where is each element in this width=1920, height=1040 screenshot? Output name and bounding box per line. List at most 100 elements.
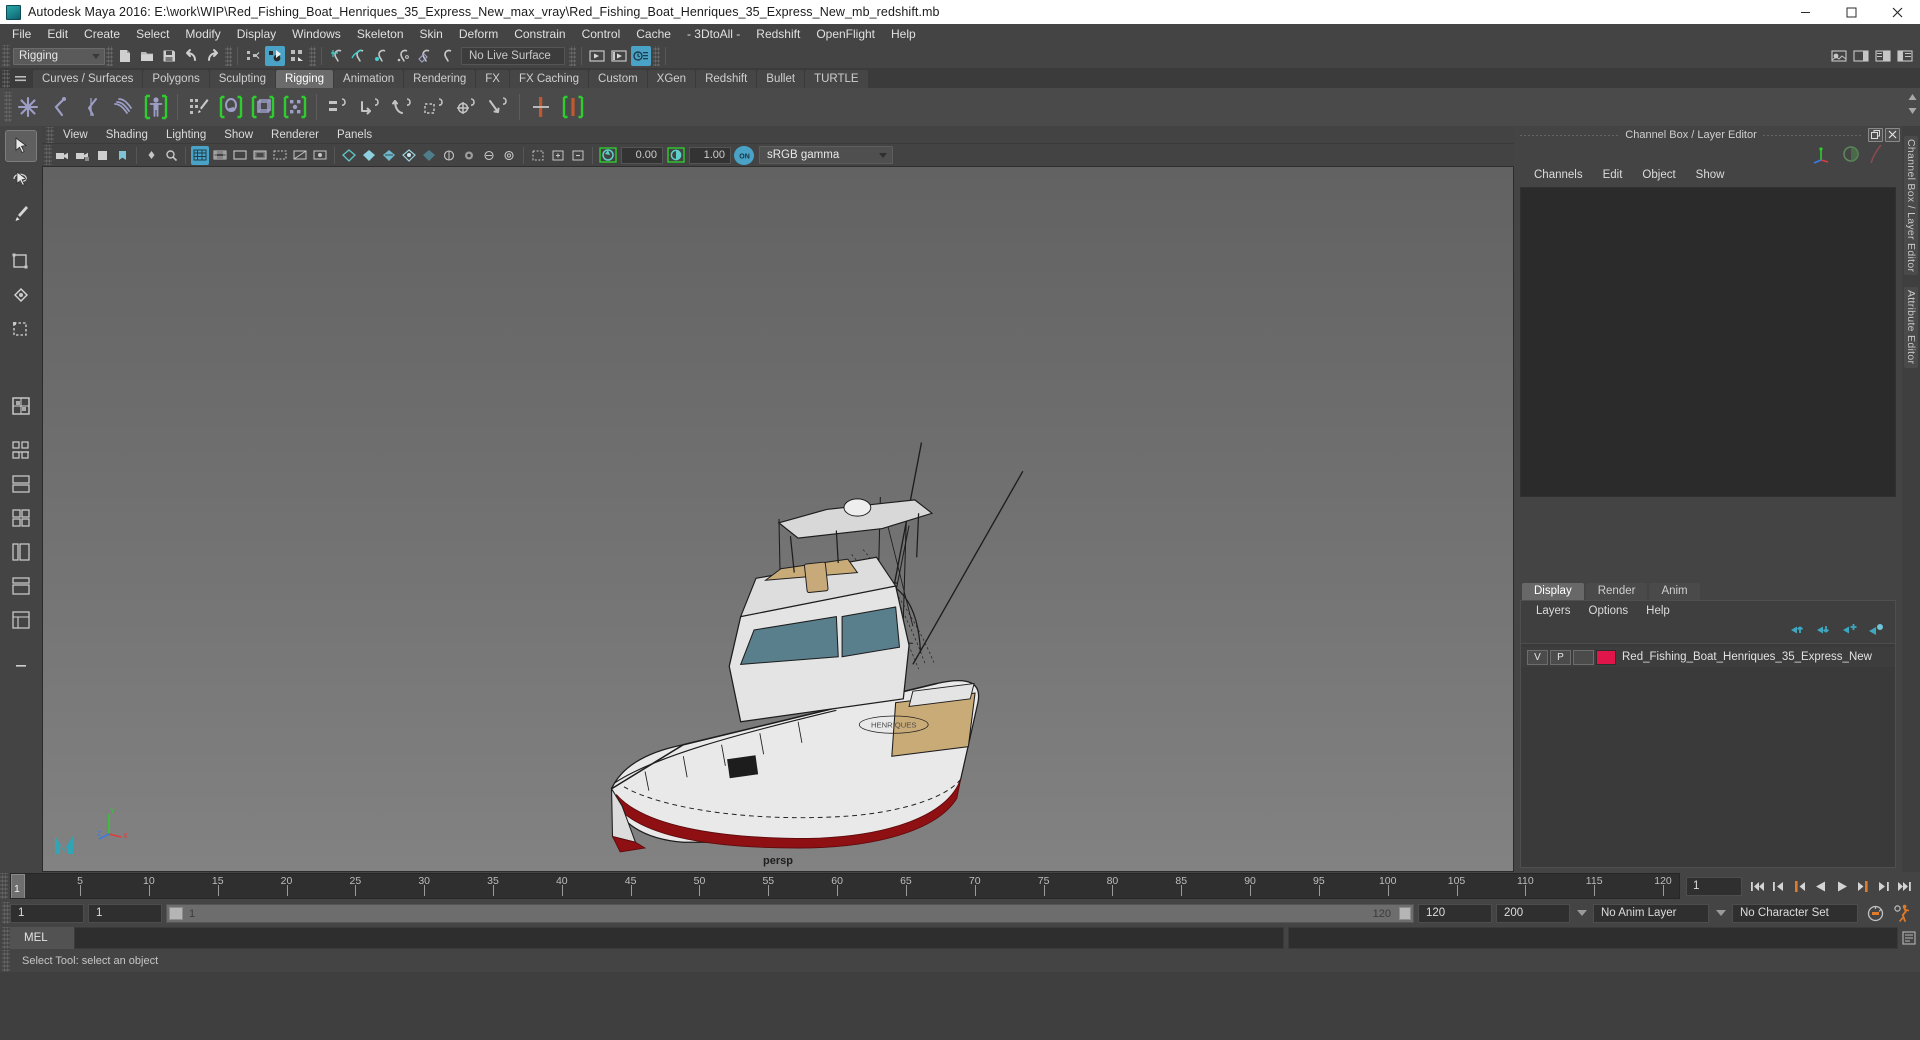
isolate-select-remove-icon[interactable]: [569, 146, 587, 165]
auto-keyframe-icon[interactable]: [1862, 904, 1888, 923]
current-frame-field[interactable]: 1: [1686, 876, 1742, 896]
menu-help[interactable]: Help: [883, 24, 924, 44]
paint-select-tool[interactable]: [5, 198, 37, 230]
step-back-frame-button[interactable]: [1769, 876, 1788, 896]
screen-space-ao-icon[interactable]: [440, 146, 458, 165]
shelf-tab-rendering[interactable]: Rendering: [404, 70, 476, 88]
snap-point-icon[interactable]: [371, 46, 391, 66]
play-backwards-button[interactable]: [1811, 876, 1830, 896]
quick-rig-icon[interactable]: [141, 91, 171, 123]
quick-layout-outliner-persp[interactable]: [5, 536, 37, 568]
anim-end-field[interactable]: 200: [1496, 903, 1570, 923]
layer-list[interactable]: V P Red_Fishing_Boat_Henriques_35_Expres…: [1521, 643, 1895, 867]
use-all-lights-icon[interactable]: [400, 146, 418, 165]
status-bar-grip[interactable]: [2, 950, 10, 972]
axis-gizmo-icon[interactable]: [1812, 144, 1832, 169]
shelf-tab-fx[interactable]: FX: [476, 70, 509, 88]
shelf-tab-redshift[interactable]: Redshift: [696, 70, 757, 88]
orient-constraint-icon[interactable]: [387, 91, 417, 123]
shelf-tab-xgen[interactable]: XGen: [647, 70, 696, 88]
insert-joint-icon[interactable]: [109, 91, 139, 123]
shelf-scroll-buttons[interactable]: [1907, 92, 1918, 116]
film-origin-icon[interactable]: [271, 146, 289, 165]
vertical-tab-attribute-editor[interactable]: Attribute Editor: [1904, 287, 1918, 368]
step-forward-frame-button[interactable]: [1874, 876, 1893, 896]
gamma-value[interactable]: 1.00: [689, 146, 731, 164]
range-handle-left[interactable]: [169, 906, 183, 920]
shelf-tab-curves-surfaces[interactable]: Curves / Surfaces: [33, 70, 143, 88]
paint-skin-weights-icon[interactable]: [184, 91, 214, 123]
snap-view-plane-icon[interactable]: [415, 46, 435, 66]
range-end-field[interactable]: 120: [1418, 903, 1492, 923]
smooth-shade-all-icon[interactable]: [360, 146, 378, 165]
layer-row[interactable]: V P Red_Fishing_Boat_Henriques_35_Expres…: [1521, 647, 1895, 667]
viewport-menu-shading[interactable]: Shading: [97, 126, 157, 144]
menu-deform[interactable]: Deform: [451, 24, 506, 44]
quick-layout-single[interactable]: [5, 390, 37, 422]
menu-cache[interactable]: Cache: [628, 24, 679, 44]
menu-select[interactable]: Select: [128, 24, 177, 44]
new-scene-icon[interactable]: [115, 46, 135, 66]
range-start-field[interactable]: 1: [88, 903, 162, 923]
menu-display[interactable]: Display: [229, 24, 284, 44]
viewport-menu-view[interactable]: View: [54, 126, 97, 144]
layer-menu-help[interactable]: Help: [1637, 601, 1679, 621]
multisample-aa-icon[interactable]: [480, 146, 498, 165]
sphere-preview-icon[interactable]: [1842, 145, 1860, 168]
rotate-tool[interactable]: [5, 280, 37, 312]
move-layer-down-icon[interactable]: [1816, 623, 1833, 641]
snap-grid-icon[interactable]: [327, 46, 347, 66]
attribute-editor-toggle-icon[interactable]: [1873, 46, 1893, 66]
play-forwards-button[interactable]: [1832, 876, 1851, 896]
viewport-menu-panels[interactable]: Panels: [328, 126, 381, 144]
anim-layer-field[interactable]: No Anim Layer: [1593, 903, 1709, 923]
layer-visibility-toggle[interactable]: V: [1527, 649, 1548, 665]
move-tool[interactable]: [5, 246, 37, 278]
pole-vector-constraint-icon[interactable]: [483, 91, 513, 123]
exposure-value[interactable]: 0.00: [621, 146, 663, 164]
resolution-gate-icon[interactable]: [231, 146, 249, 165]
layer-state-toggle[interactable]: [1573, 649, 1594, 665]
quick-layout-two-panes-stacked[interactable]: [5, 468, 37, 500]
menu-file[interactable]: File: [4, 24, 39, 44]
create-ik-handle-icon[interactable]: [45, 91, 75, 123]
curve-icon[interactable]: [1868, 144, 1884, 169]
layer-tab-display[interactable]: Display: [1522, 583, 1584, 600]
image-plane-icon[interactable]: [142, 146, 160, 165]
panel-drag-dots-right[interactable]: [1761, 133, 1863, 136]
render-settings-icon[interactable]: [631, 46, 651, 66]
select-camera-icon[interactable]: [53, 146, 71, 165]
select-component-icon[interactable]: [287, 46, 307, 66]
select-group-grip[interactable]: [225, 46, 232, 66]
command-output[interactable]: [1288, 927, 1898, 949]
color-management-dropdown[interactable]: sRGB gamma: [759, 146, 893, 164]
close-panel-button[interactable]: [1885, 127, 1900, 142]
select-tool[interactable]: [5, 130, 37, 162]
create-new-layer-icon[interactable]: [1842, 623, 1859, 641]
viewport-menu-show[interactable]: Show: [215, 126, 262, 144]
menu-modify[interactable]: Modify: [177, 24, 228, 44]
quick-layout-more[interactable]: [5, 650, 37, 682]
menu-constrain[interactable]: Constrain: [506, 24, 573, 44]
xray-joints-icon[interactable]: [311, 146, 329, 165]
scale-tool[interactable]: [5, 314, 37, 346]
go-to-start-button[interactable]: [1748, 876, 1767, 896]
channel-box-menu-show[interactable]: Show: [1686, 165, 1735, 185]
viewport-menu-grip[interactable]: [46, 126, 54, 143]
live-surface-field[interactable]: No Live Surface: [461, 47, 565, 65]
isolate-select-add-icon[interactable]: [549, 146, 567, 165]
quick-layout-four-panes[interactable]: [5, 502, 37, 534]
menu-openflight[interactable]: OpenFlight: [808, 24, 883, 44]
menu-3dtoall[interactable]: - 3DtoAll -: [679, 24, 748, 44]
redo-icon[interactable]: [203, 46, 223, 66]
tool-settings-toggle-icon[interactable]: [1895, 46, 1915, 66]
channel-box-menu-channels[interactable]: Channels: [1524, 165, 1593, 185]
smooth-shade-textured-icon[interactable]: [380, 146, 398, 165]
step-forward-key-button[interactable]: [1853, 876, 1872, 896]
viewport-menu-renderer[interactable]: Renderer: [262, 126, 328, 144]
viewport-toolbar-grip[interactable]: [44, 145, 52, 165]
motion-blur-icon[interactable]: [460, 146, 478, 165]
shelf-tab-animation[interactable]: Animation: [334, 70, 404, 88]
range-slider-bar[interactable]: 1 120: [166, 903, 1414, 923]
step-back-key-button[interactable]: [1790, 876, 1809, 896]
